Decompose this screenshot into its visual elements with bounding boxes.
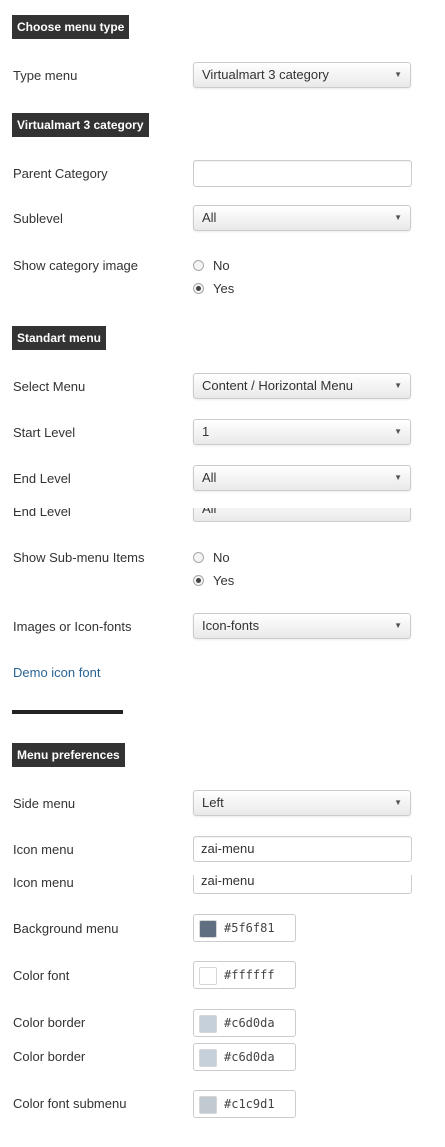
section-divider xyxy=(12,710,123,714)
background-menu-color-picker[interactable]: #5f6f81 xyxy=(193,914,296,942)
end-level-select[interactable]: All ▼ xyxy=(193,465,411,491)
end-level-ghost-select: All xyxy=(193,508,411,522)
section-header-choose-menu-type: Choose menu type xyxy=(12,15,130,39)
select-menu-label: Select Menu xyxy=(13,379,86,394)
radio-unchecked-icon[interactable] xyxy=(193,260,204,271)
sublevel-label: Sublevel xyxy=(13,211,63,226)
color-border-ghost-picker: #c6d0da xyxy=(193,1043,296,1071)
show-submenu-label: Show Sub-menu Items xyxy=(13,550,145,565)
start-level-label: Start Level xyxy=(13,425,76,440)
select-menu-select[interactable]: Content / Horizontal Menu ▼ xyxy=(193,373,411,399)
color-swatch[interactable] xyxy=(199,920,217,938)
start-level-select[interactable]: 1 ▼ xyxy=(193,419,411,445)
demo-icon-font-link[interactable]: Demo icon font xyxy=(13,665,100,680)
radio-unchecked-icon[interactable] xyxy=(193,552,204,563)
end-level-ghost-value: All xyxy=(202,508,217,516)
type-menu-select[interactable]: Virtualmart 3 category ▼ xyxy=(193,62,411,88)
icon-menu-label: Icon menu xyxy=(13,842,74,857)
icon-menu-ghost-label: Icon menu xyxy=(13,875,74,890)
images-or-iconfonts-value: Icon-fonts xyxy=(202,618,260,633)
color-font-submenu-color-picker[interactable]: #c1c9d1 xyxy=(193,1090,296,1118)
color-swatch[interactable] xyxy=(199,1015,217,1033)
radio-label-yes: Yes xyxy=(213,573,235,588)
color-swatch xyxy=(199,1049,217,1067)
color-swatch[interactable] xyxy=(199,1096,217,1114)
icon-menu-input[interactable]: zai-menu xyxy=(193,836,412,862)
chevron-down-icon: ▼ xyxy=(394,798,402,807)
type-menu-value: Virtualmart 3 category xyxy=(202,67,329,82)
end-level-label: End Level xyxy=(13,471,71,486)
color-font-submenu-label: Color font submenu xyxy=(13,1096,127,1111)
side-menu-value: Left xyxy=(202,795,224,810)
chevron-down-icon: ▼ xyxy=(394,427,402,436)
color-value: #ffffff xyxy=(224,968,275,982)
images-or-iconfonts-label: Images or Icon-fonts xyxy=(13,619,132,634)
color-value: #c1c9d1 xyxy=(224,1097,275,1111)
sublevel-select[interactable]: All ▼ xyxy=(193,205,411,231)
start-level-value: 1 xyxy=(202,424,210,439)
background-menu-label: Background menu xyxy=(13,921,119,936)
icon-menu-ghost-row: Icon menu zai-menu xyxy=(0,875,445,897)
end-level-value: All xyxy=(202,470,217,485)
chevron-down-icon: ▼ xyxy=(394,70,402,79)
chevron-down-icon: ▼ xyxy=(394,213,402,222)
color-value: #c6d0da xyxy=(224,1016,275,1030)
end-level-ghost-row: End Level All xyxy=(0,508,445,522)
color-swatch[interactable] xyxy=(199,967,217,985)
section-header-standart-menu: Standart menu xyxy=(12,326,107,350)
section-header-vm-category: Virtualmart 3 category xyxy=(12,113,149,137)
images-or-iconfonts-select[interactable]: Icon-fonts ▼ xyxy=(193,613,411,639)
radio-label-no: No xyxy=(213,258,230,273)
show-category-image-label: Show category image xyxy=(13,258,139,273)
section-header-menu-preferences: Menu preferences xyxy=(12,743,125,767)
color-border-ghost-label: Color border xyxy=(13,1049,86,1064)
chevron-down-icon: ▼ xyxy=(394,473,402,482)
end-level-ghost-label: End Level xyxy=(13,508,71,519)
sublevel-value: All xyxy=(202,210,217,225)
icon-menu-ghost-input: zai-menu xyxy=(193,875,412,894)
parent-category-input[interactable] xyxy=(193,160,412,187)
side-menu-label: Side menu xyxy=(13,796,76,811)
radio-label-no: No xyxy=(213,550,230,565)
color-value: #5f6f81 xyxy=(224,921,275,935)
radio-checked-icon[interactable] xyxy=(193,283,204,294)
color-border-label: Color border xyxy=(13,1015,86,1030)
radio-label-yes: Yes xyxy=(213,281,235,296)
radio-checked-icon[interactable] xyxy=(193,575,204,586)
type-menu-label: Type menu xyxy=(13,68,78,83)
color-value: #c6d0da xyxy=(224,1050,275,1064)
chevron-down-icon: ▼ xyxy=(394,381,402,390)
color-font-color-picker[interactable]: #ffffff xyxy=(193,961,296,989)
parent-category-label: Parent Category xyxy=(13,166,108,181)
color-border-color-picker[interactable]: #c6d0da xyxy=(193,1009,296,1037)
color-font-label: Color font xyxy=(13,968,70,983)
chevron-down-icon: ▼ xyxy=(394,621,402,630)
select-menu-value: Content / Horizontal Menu xyxy=(202,378,354,393)
color-border-ghost-row: #c6d0da xyxy=(193,1043,298,1072)
side-menu-select[interactable]: Left ▼ xyxy=(193,790,411,816)
